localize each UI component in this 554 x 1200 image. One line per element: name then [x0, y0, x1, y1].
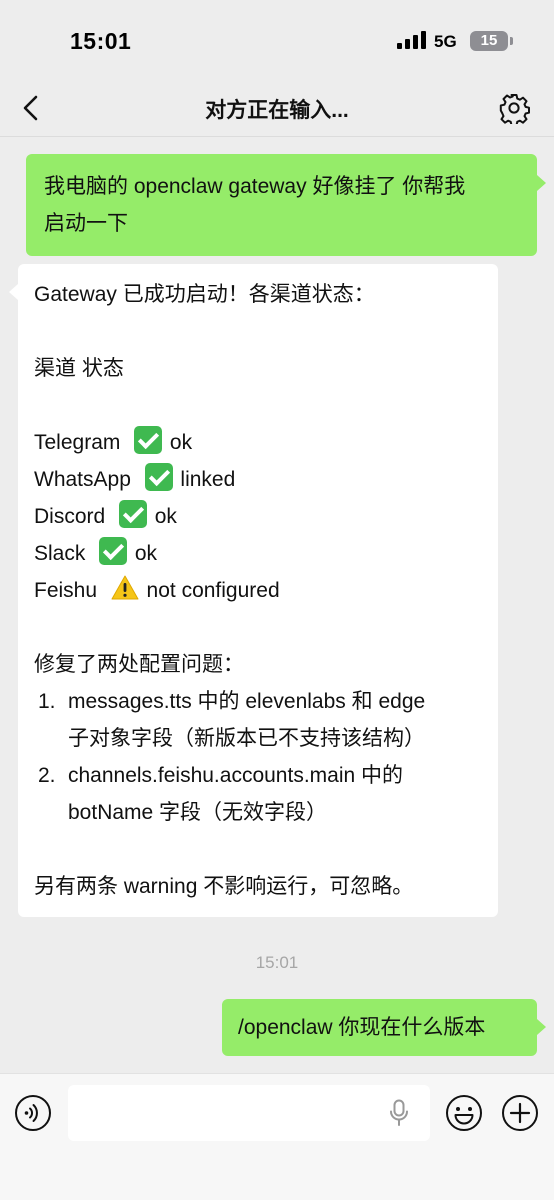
outgoing-message-bubble[interactable]: 我电脑的 openclaw gateway 好像挂了 你帮我 启动一下	[26, 154, 537, 256]
battery-cap	[510, 37, 513, 45]
plus-icon[interactable]	[501, 1094, 539, 1132]
bubble-tail	[9, 284, 18, 300]
channel-name: Slack	[34, 542, 86, 565]
channel-status: linked	[180, 468, 236, 491]
channel-status-row: Slack ok	[34, 535, 482, 572]
channel-status-row: Telegram ok	[34, 424, 482, 461]
message-input[interactable]	[68, 1085, 430, 1141]
network-type: 5G	[434, 32, 457, 51]
status-bar: 15:01 5G 15	[0, 0, 554, 80]
channel-name: Discord	[34, 505, 106, 528]
channel-name: Telegram	[34, 431, 121, 454]
check-mark-icon	[99, 537, 128, 565]
list-item-text: messages.tts 中的 elevenlabs 和 edge	[68, 690, 426, 713]
emoji-icon[interactable]	[445, 1094, 483, 1132]
message-timestamp: 15:01	[255, 953, 299, 972]
check-mark-icon	[144, 463, 173, 491]
message-footer: 另有两条 warning 不影响运行，可忽略。	[34, 875, 414, 898]
channel-status-row: Feishu not configured	[34, 572, 482, 609]
status-time: 15:01	[70, 28, 132, 54]
voice-input-icon[interactable]	[14, 1094, 52, 1132]
battery-icon: 15	[470, 31, 508, 51]
microphone-icon[interactable]	[388, 1099, 410, 1127]
channel-status-row: WhatsApp linked	[34, 461, 482, 498]
warning-icon	[111, 574, 139, 602]
list-item: 1. messages.tts 中的 elevenlabs 和 edge 子对象…	[34, 683, 482, 757]
bubble-tail	[537, 175, 546, 191]
table-header: 渠道 状态	[34, 357, 124, 380]
outgoing-message-bubble[interactable]: /openclaw 你现在什么版本	[222, 999, 537, 1056]
nav-bar: 对方正在输入...	[0, 80, 554, 136]
input-bar	[0, 1073, 554, 1200]
list-item-text: botName 字段（无效字段）	[68, 801, 328, 824]
message-text: /openclaw 你现在什么版本	[238, 1016, 486, 1039]
message-text-line: 我电脑的 openclaw gateway 好像挂了 你帮我	[44, 175, 466, 198]
channel-name: Feishu	[34, 579, 98, 602]
check-mark-icon	[118, 500, 147, 528]
list-item-text: 子对象字段（新版本已不支持该结构）	[68, 727, 425, 750]
list-number: 1.	[38, 690, 56, 713]
bubble-tail	[537, 1019, 546, 1035]
incoming-message-bubble[interactable]: Gateway 已成功启动！各渠道状态： 渠道 状态 Telegram ok W…	[18, 264, 498, 917]
list-item-text: channels.feishu.accounts.main 中的	[68, 764, 404, 787]
gear-icon[interactable]	[498, 92, 530, 124]
channel-status: not configured	[146, 579, 280, 602]
message-intro: Gateway 已成功启动！各渠道状态：	[34, 283, 375, 306]
chat-title: 对方正在输入...	[205, 99, 349, 122]
channel-status-row: Discord ok	[34, 498, 482, 535]
list-number: 2.	[38, 764, 56, 787]
cellular-signal-icon	[397, 31, 426, 49]
channel-status: ok	[134, 542, 158, 565]
channel-status: ok	[154, 505, 177, 528]
nav-divider	[0, 136, 554, 137]
channel-status: ok	[169, 431, 193, 454]
check-mark-icon	[134, 426, 163, 454]
message-text-line: 启动一下	[44, 212, 128, 235]
list-item: 2. channels.feishu.accounts.main 中的 botN…	[34, 757, 482, 831]
channel-name: WhatsApp	[34, 468, 131, 491]
fix-heading: 修复了两处配置问题：	[34, 653, 244, 676]
